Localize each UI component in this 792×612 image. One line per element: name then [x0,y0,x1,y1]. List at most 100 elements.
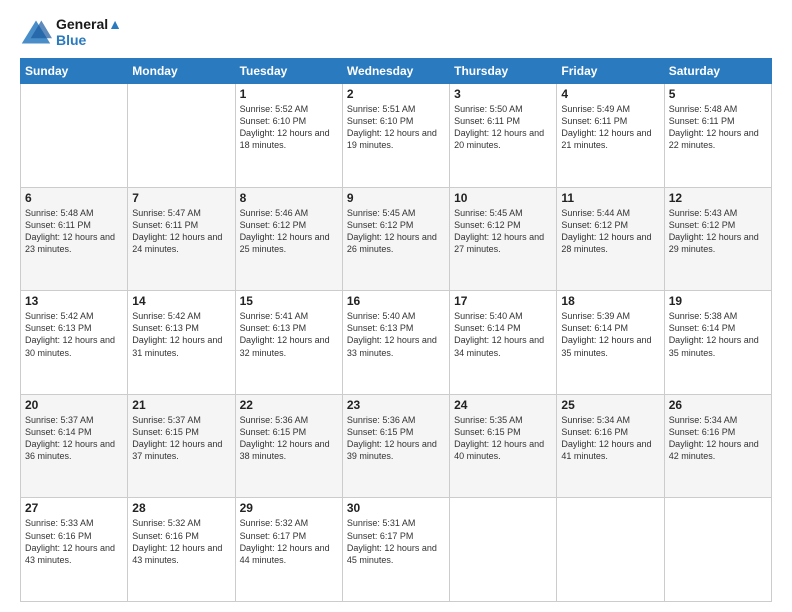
day-number: 10 [454,191,552,205]
day-number: 22 [240,398,338,412]
day-number: 3 [454,87,552,101]
calendar-cell [450,498,557,602]
calendar-cell: 14Sunrise: 5:42 AMSunset: 6:13 PMDayligh… [128,291,235,395]
day-number: 25 [561,398,659,412]
day-info: Sunrise: 5:37 AMSunset: 6:15 PMDaylight:… [132,414,230,463]
day-number: 27 [25,501,123,515]
day-number: 17 [454,294,552,308]
calendar-week-row: 1Sunrise: 5:52 AMSunset: 6:10 PMDaylight… [21,84,772,188]
calendar-cell: 22 Sunrise: 5:36 AMSunset: 6:15 PMDayligh… [235,394,342,498]
page: General▲ Blue SundayMondayTuesdayWednesd… [0,0,792,612]
calendar-cell: 27 Sunrise: 5:33 AMSunset: 6:16 PMDayligh… [21,498,128,602]
day-info: Sunrise: 5:44 AMSunset: 6:12 PMDaylight:… [561,207,659,256]
calendar-cell: 6 Sunrise: 5:48 AMSunset: 6:11 PMDaylight… [21,187,128,291]
calendar-cell: 25 Sunrise: 5:34 AMSunset: 6:16 PMDayligh… [557,394,664,498]
day-number: 19 [669,294,767,308]
calendar-cell: 5 Sunrise: 5:48 AMSunset: 6:11 PMDaylight… [664,84,771,188]
calendar-cell: 21 Sunrise: 5:37 AMSunset: 6:15 PMDayligh… [128,394,235,498]
calendar-cell [21,84,128,188]
calendar-header-wednesday: Wednesday [342,59,449,84]
calendar-cell: 24Sunrise: 5:35 AMSunset: 6:15 PMDayligh… [450,394,557,498]
day-number: 24 [454,398,552,412]
day-info: Sunrise: 5:41 AMSunset: 6:13 PMDaylight:… [240,310,338,359]
calendar-week-row: 6 Sunrise: 5:48 AMSunset: 6:11 PMDaylight… [21,187,772,291]
calendar-week-row: 13Sunrise: 5:42 AMSunset: 6:13 PMDayligh… [21,291,772,395]
calendar-table: SundayMondayTuesdayWednesdayThursdayFrid… [20,58,772,602]
day-number: 29 [240,501,338,515]
calendar-cell: 15 Sunrise: 5:41 AMSunset: 6:13 PMDayligh… [235,291,342,395]
day-info: Sunrise: 5:48 AMSunset: 6:11 PMDaylight:… [669,103,767,152]
day-number: 26 [669,398,767,412]
calendar-cell: 28 Sunrise: 5:32 AMSunset: 6:16 PMDayligh… [128,498,235,602]
calendar-cell: 7 Sunrise: 5:47 AMSunset: 6:11 PMDaylight… [128,187,235,291]
logo-icon [20,18,52,46]
day-number: 15 [240,294,338,308]
calendar-cell: 12 Sunrise: 5:43 AMSunset: 6:12 PMDayligh… [664,187,771,291]
day-info: Sunrise: 5:34 AMSunset: 6:16 PMDaylight:… [561,414,659,463]
calendar-cell: 2 Sunrise: 5:51 AMSunset: 6:10 PMDaylight… [342,84,449,188]
calendar-cell: 30 Sunrise: 5:31 AMSunset: 6:17 PMDayligh… [342,498,449,602]
day-info: Sunrise: 5:36 AMSunset: 6:15 PMDaylight:… [347,414,445,463]
calendar-cell: 17 Sunrise: 5:40 AMSunset: 6:14 PMDayligh… [450,291,557,395]
day-number: 28 [132,501,230,515]
day-number: 21 [132,398,230,412]
day-number: 16 [347,294,445,308]
day-info: Sunrise: 5:43 AMSunset: 6:12 PMDaylight:… [669,207,767,256]
day-info: Sunrise: 5:32 AMSunset: 6:16 PMDaylight:… [132,517,230,566]
calendar-cell: 29Sunrise: 5:32 AMSunset: 6:17 PMDayligh… [235,498,342,602]
calendar-header-row: SundayMondayTuesdayWednesdayThursdayFrid… [21,59,772,84]
day-info: Sunrise: 5:45 AMSunset: 6:12 PMDaylight:… [454,207,552,256]
day-info: Sunrise: 5:33 AMSunset: 6:16 PMDaylight:… [25,517,123,566]
calendar-header-monday: Monday [128,59,235,84]
logo: General▲ Blue [20,16,122,48]
calendar-cell: 4Sunrise: 5:49 AMSunset: 6:11 PMDaylight… [557,84,664,188]
day-number: 14 [132,294,230,308]
calendar-cell: 26 Sunrise: 5:34 AMSunset: 6:16 PMDayligh… [664,394,771,498]
day-number: 2 [347,87,445,101]
day-info: Sunrise: 5:34 AMSunset: 6:16 PMDaylight:… [669,414,767,463]
calendar-cell: 23 Sunrise: 5:36 AMSunset: 6:15 PMDayligh… [342,394,449,498]
calendar-cell [664,498,771,602]
day-number: 13 [25,294,123,308]
calendar-cell: 11Sunrise: 5:44 AMSunset: 6:12 PMDayligh… [557,187,664,291]
day-number: 30 [347,501,445,515]
day-number: 6 [25,191,123,205]
calendar-cell: 3Sunrise: 5:50 AMSunset: 6:11 PMDaylight… [450,84,557,188]
day-number: 12 [669,191,767,205]
day-number: 18 [561,294,659,308]
calendar-cell: 13Sunrise: 5:42 AMSunset: 6:13 PMDayligh… [21,291,128,395]
calendar-cell: 18 Sunrise: 5:39 AMSunset: 6:14 PMDayligh… [557,291,664,395]
day-info: Sunrise: 5:38 AMSunset: 6:14 PMDaylight:… [669,310,767,359]
day-number: 20 [25,398,123,412]
day-info: Sunrise: 5:52 AMSunset: 6:10 PMDaylight:… [240,103,338,152]
calendar-header-friday: Friday [557,59,664,84]
day-number: 5 [669,87,767,101]
day-info: Sunrise: 5:31 AMSunset: 6:17 PMDaylight:… [347,517,445,566]
day-info: Sunrise: 5:37 AMSunset: 6:14 PMDaylight:… [25,414,123,463]
calendar-cell: 19 Sunrise: 5:38 AMSunset: 6:14 PMDayligh… [664,291,771,395]
calendar-cell: 20 Sunrise: 5:37 AMSunset: 6:14 PMDayligh… [21,394,128,498]
day-info: Sunrise: 5:40 AMSunset: 6:14 PMDaylight:… [454,310,552,359]
calendar-header-thursday: Thursday [450,59,557,84]
calendar-cell: 16Sunrise: 5:40 AMSunset: 6:13 PMDayligh… [342,291,449,395]
day-number: 8 [240,191,338,205]
header: General▲ Blue [20,16,772,48]
calendar-header-sunday: Sunday [21,59,128,84]
calendar-cell: 9Sunrise: 5:45 AMSunset: 6:12 PMDaylight… [342,187,449,291]
day-number: 23 [347,398,445,412]
day-info: Sunrise: 5:48 AMSunset: 6:11 PMDaylight:… [25,207,123,256]
calendar-header-tuesday: Tuesday [235,59,342,84]
calendar-cell: 10 Sunrise: 5:45 AMSunset: 6:12 PMDayligh… [450,187,557,291]
calendar-week-row: 27 Sunrise: 5:33 AMSunset: 6:16 PMDayligh… [21,498,772,602]
day-info: Sunrise: 5:51 AMSunset: 6:10 PMDaylight:… [347,103,445,152]
day-info: Sunrise: 5:46 AMSunset: 6:12 PMDaylight:… [240,207,338,256]
calendar-header-saturday: Saturday [664,59,771,84]
day-info: Sunrise: 5:47 AMSunset: 6:11 PMDaylight:… [132,207,230,256]
day-info: Sunrise: 5:39 AMSunset: 6:14 PMDaylight:… [561,310,659,359]
calendar-cell: 1Sunrise: 5:52 AMSunset: 6:10 PMDaylight… [235,84,342,188]
calendar-week-row: 20 Sunrise: 5:37 AMSunset: 6:14 PMDayligh… [21,394,772,498]
calendar-cell [128,84,235,188]
day-info: Sunrise: 5:36 AMSunset: 6:15 PMDaylight:… [240,414,338,463]
day-number: 7 [132,191,230,205]
day-info: Sunrise: 5:45 AMSunset: 6:12 PMDaylight:… [347,207,445,256]
